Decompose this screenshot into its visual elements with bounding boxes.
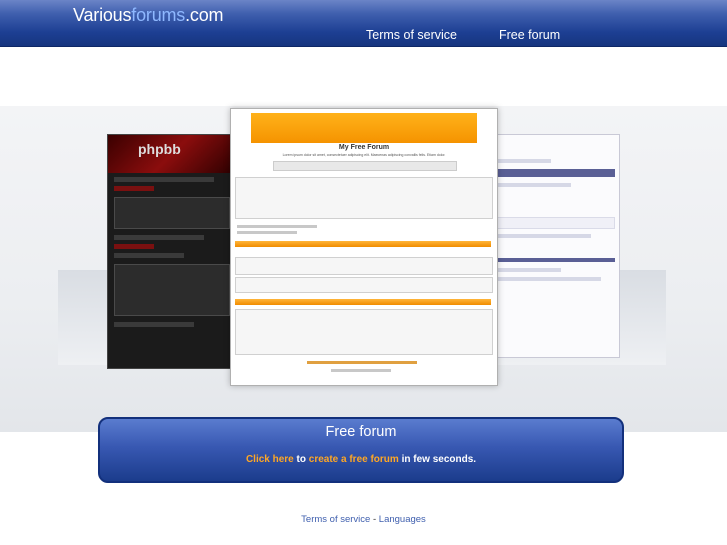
logo-text-various: Various xyxy=(73,5,132,25)
cta-title: Free forum xyxy=(325,424,397,440)
preview-forum-title: My Free Forum xyxy=(338,144,390,151)
footer-terms-link[interactable]: Terms of service xyxy=(301,514,370,525)
cta-create-forum-link[interactable]: create a free forum xyxy=(309,454,399,465)
cta-to-text: to xyxy=(296,454,306,465)
logo-text-forums: forums xyxy=(131,5,186,25)
footer-separator: - xyxy=(372,514,377,525)
cta-text: Click here to create a free forum in few… xyxy=(100,454,622,465)
footer: Terms of service - Languages xyxy=(0,514,727,525)
nav-terms-of-service-link[interactable]: Terms of service xyxy=(366,28,457,42)
preview-default-theme-screenshot: My Free Forum Lorem ipsum dolor sit amet… xyxy=(230,108,498,386)
site-logo[interactable]: Variousforums.com xyxy=(73,5,224,26)
footer-languages-link[interactable]: Languages xyxy=(379,514,426,525)
preview-banner xyxy=(251,113,477,143)
nav-free-forum-link[interactable]: Free forum xyxy=(499,28,560,42)
free-forum-cta-box: Free forum Click here to create a free f… xyxy=(98,417,624,483)
preview-dark-theme-screenshot: phpbb xyxy=(107,134,237,369)
preview-forum-subtitle: Lorem ipsum dolor sit amet, consectetuer… xyxy=(282,153,446,157)
logo-text-com: .com xyxy=(185,5,224,25)
preview-chatbox xyxy=(235,177,493,219)
cta-suffix-text: in few seconds. xyxy=(401,454,477,465)
top-header-bar: Variousforums.com Terms of service Free … xyxy=(0,0,727,47)
preview-menu-bar xyxy=(273,161,457,171)
preview-purple-theme-screenshot xyxy=(484,134,620,358)
cta-click-here-link[interactable]: Click here xyxy=(246,454,294,465)
